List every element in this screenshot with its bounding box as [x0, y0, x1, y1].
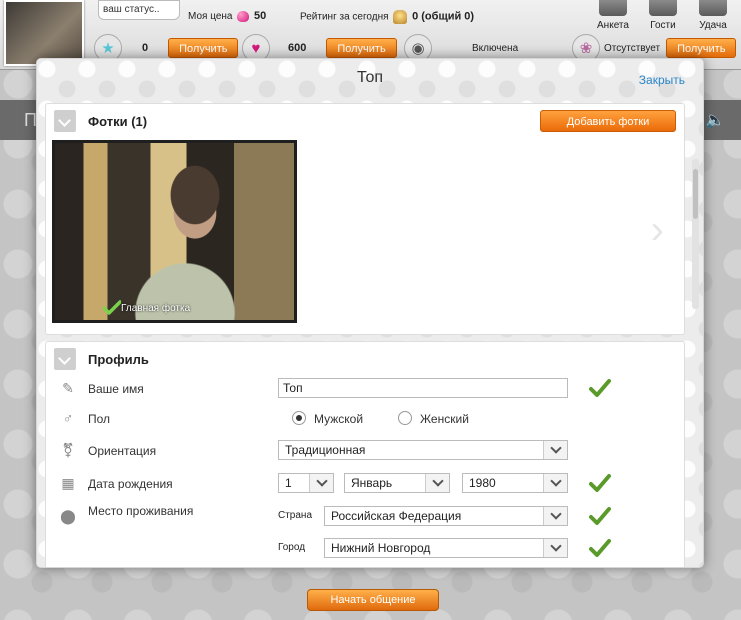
sound-icon[interactable]: 🔈 [705, 112, 725, 129]
birthdate-label: Дата рождения [88, 477, 173, 491]
get-hearts-button[interactable]: Получить [326, 38, 397, 58]
profile-modal: Топ Закрыть Фотки (1) Добавить фотки Гла… [36, 58, 704, 568]
orientation-row: ⚧ Ориентация Традиционная [46, 438, 686, 464]
birth-day-select[interactable]: 1 [278, 473, 334, 493]
my-price-value: 50 [254, 10, 267, 22]
gender-male-label[interactable]: Мужской [314, 412, 363, 426]
photos-panel: Фотки (1) Добавить фотки Главная фотка › [45, 103, 685, 335]
main-photo-check-icon [103, 300, 121, 315]
gender-male-radio[interactable] [292, 411, 306, 425]
birth-month-value: Январь [351, 476, 393, 490]
tab-luck[interactable]: Удача [693, 0, 733, 31]
country-select[interactable]: Российская Федерация [324, 506, 568, 526]
country-label: Страна [278, 510, 313, 521]
city-valid-check-icon [589, 539, 611, 557]
add-photo-button[interactable]: Добавить фотки [540, 110, 676, 132]
location-pin-icon: ⬤ [60, 508, 76, 524]
country-row: ⬤ Место проживания Страна Российская Фед… [46, 504, 686, 530]
main-photo[interactable]: Главная фотка [52, 140, 297, 323]
trophy-icon [393, 10, 408, 24]
name-row: ✎ Ваше имя [46, 376, 686, 402]
chevron-down-icon [543, 507, 567, 525]
city-label: Город [278, 542, 306, 553]
away-status: Отсутствует [604, 42, 661, 54]
modal-scrollbar[interactable] [692, 159, 699, 309]
main-photo-label: Главная фотка [121, 303, 191, 314]
location-label: Место проживания [88, 504, 194, 518]
tab-luck-label: Удача [699, 20, 727, 31]
orientation-select[interactable]: Традиционная [278, 440, 568, 460]
birth-year-value: 1980 [469, 476, 496, 490]
profile-panel: Профиль ✎ Ваше имя ♂ Пол Мужской Женский… [45, 341, 686, 567]
left-nav-letter: П [24, 110, 37, 130]
birth-month-select[interactable]: Январь [344, 473, 450, 493]
photos-title: Фотки (1) [88, 114, 148, 129]
status-input[interactable]: ваш статус.. [98, 0, 180, 20]
tab-guests-label: Гости [650, 20, 676, 31]
birthdate-valid-check-icon [589, 474, 611, 492]
name-label: Ваше имя [88, 382, 144, 396]
birth-year-select[interactable]: 1980 [462, 473, 568, 493]
pencil-icon: ✎ [62, 380, 74, 396]
chevron-down-icon [543, 441, 567, 459]
get-stars-button[interactable]: Получить [168, 38, 239, 58]
next-photo-arrow-icon[interactable]: › [651, 208, 664, 253]
country-valid-check-icon [589, 507, 611, 525]
orientation-value: Традиционная [285, 443, 366, 457]
name-valid-check-icon [589, 379, 611, 397]
tab-guests[interactable]: Гости [643, 0, 683, 31]
chevron-down-icon [543, 474, 567, 492]
chevron-down-icon [543, 539, 567, 557]
profile-title: Профиль [88, 352, 149, 367]
orientation-icon: ⚧ [62, 442, 74, 458]
scrollbar-thumb[interactable] [693, 169, 698, 219]
heart-icon [237, 10, 250, 22]
gender-female-radio[interactable] [398, 411, 412, 425]
my-price-label: Моя цена [188, 11, 233, 22]
name-input[interactable] [278, 378, 568, 398]
photos-collapse-button[interactable] [54, 110, 76, 132]
rating-value: 0 (общий 0) [412, 10, 475, 23]
orientation-label: Ориентация [88, 444, 157, 458]
profile-collapse-button[interactable] [54, 348, 76, 370]
right-sound-strip[interactable]: 🔈 [701, 100, 741, 140]
calendar-icon: ▦ [61, 475, 75, 491]
start-chat-button[interactable]: Начать общение [307, 589, 439, 611]
gender-label: Пол [88, 412, 111, 426]
user-avatar[interactable] [4, 0, 84, 66]
city-select[interactable]: Нижний Новгород [324, 538, 568, 558]
my-price: Моя цена 50 [188, 10, 266, 22]
tab-profile[interactable]: Анкета [593, 0, 633, 31]
birth-day-value: 1 [285, 476, 292, 490]
eye-status: Включена [472, 42, 519, 54]
birthdate-row: ▦ Дата рождения 1 Январь 1980 [46, 471, 686, 497]
get-away-button[interactable]: Получить [666, 38, 737, 58]
rating: Рейтинг за сегодня 0 (общий 0) [300, 10, 474, 24]
top-tabs: Анкета Гости Удача [593, 0, 733, 31]
stars-value: 0 [142, 42, 149, 54]
country-value: Российская Федерация [331, 509, 462, 523]
chevron-down-icon [309, 474, 333, 492]
gender-female-label[interactable]: Женский [420, 412, 469, 426]
chevron-down-icon [425, 474, 449, 492]
male-gender-icon: ♂ [62, 410, 74, 426]
rating-label: Рейтинг за сегодня [300, 11, 389, 23]
city-row: Город Нижний Новгород [46, 536, 686, 562]
tab-profile-label: Анкета [597, 20, 629, 31]
modal-title: Топ [356, 69, 384, 86]
left-nav-strip: П [0, 100, 40, 140]
gender-row: ♂ Пол Мужской Женский [46, 406, 686, 432]
close-link[interactable]: Закрыть [639, 73, 685, 87]
hearts-value: 600 [288, 42, 307, 54]
city-value: Нижний Новгород [331, 541, 431, 555]
